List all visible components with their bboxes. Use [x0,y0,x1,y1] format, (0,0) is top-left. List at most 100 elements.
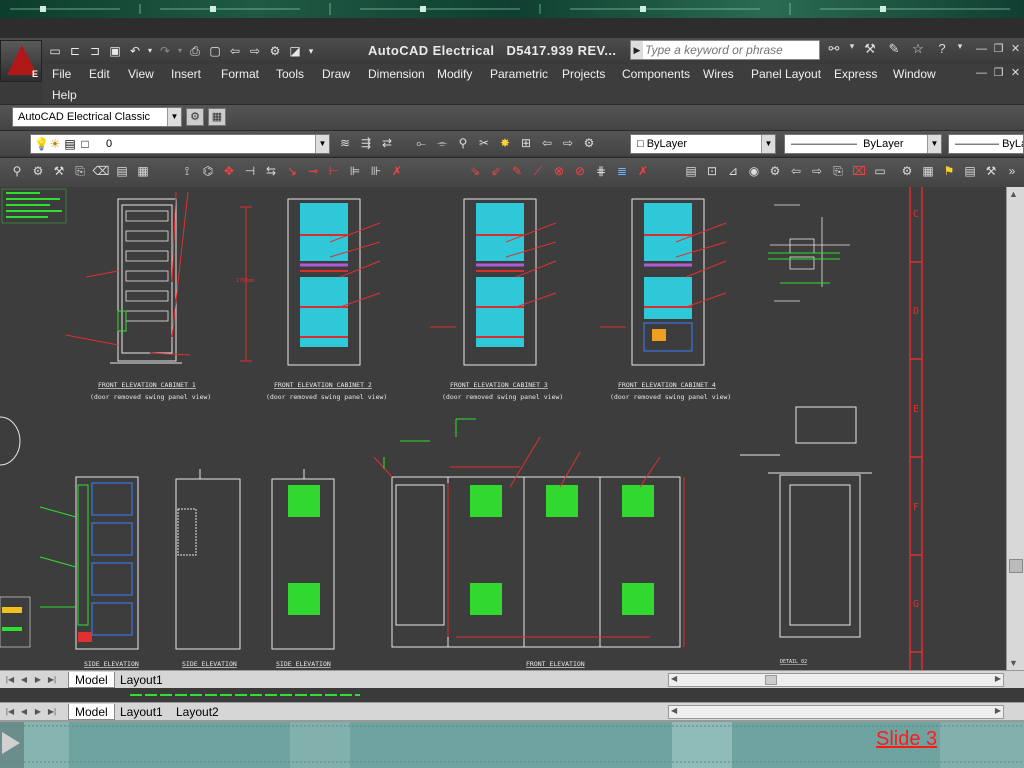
menu-parametric[interactable]: Parametric [490,67,548,81]
project-icon[interactable]: ⚑ [940,162,958,180]
color-select[interactable]: □ ByLayer ▼ [630,134,776,154]
delete-wire-icon[interactable]: ✗ [634,162,652,180]
menu-components[interactable]: Components [622,67,690,81]
settings-icon[interactable]: ⚙ [898,162,916,180]
component-icon[interactable]: ⚙ [29,162,47,180]
menu-help[interactable]: Help [52,88,77,102]
doc-restore-icon[interactable]: ❐ [991,66,1006,80]
terminal-icon[interactable]: ⊞ [517,134,535,152]
hydraulic-icon[interactable]: ⌬ [199,162,217,180]
search-input[interactable] [645,42,817,58]
next-tab-lower-icon[interactable]: ▶ [32,705,44,718]
trim-wire-icon[interactable]: ⊸ [304,162,322,180]
edit-component-icon[interactable]: ⚒ [50,162,68,180]
toolbar-more-icon[interactable]: » [1003,162,1021,180]
help-dropdown-icon[interactable]: ▾ [956,41,964,57]
help-icon[interactable]: ? [932,41,952,57]
menu-insert[interactable]: Insert [171,67,201,81]
undo-dropdown-icon[interactable]: ▾ [146,43,154,59]
horizontal-scrollbar[interactable]: ◀ ▶ [668,673,1004,687]
doc-minimize-icon[interactable]: — [974,66,989,80]
arrow-left-icon[interactable]: ⇦ [538,134,556,152]
utilities-icon[interactable]: ⚒ [982,162,1000,180]
balloon-icon[interactable]: ◉ [745,162,763,180]
minimize-icon[interactable]: — [974,42,989,56]
first-tab-icon[interactable]: |◀ [4,673,16,686]
next-tab-icon[interactable]: ▶ [32,673,44,686]
linetype-dropdown-icon[interactable]: ▼ [927,135,941,153]
drawing-list-icon[interactable]: ▤ [961,162,979,180]
dock-icon[interactable]: ⚙ [766,162,784,180]
insert-wire-icon[interactable]: ↘ [283,162,301,180]
qat-dropdown-icon[interactable]: ▾ [306,43,316,59]
open-icon[interactable]: ⊏ [66,43,84,59]
menu-format[interactable]: Format [221,67,259,81]
in-line-marker-icon[interactable]: ⊗ [550,162,568,180]
scroll-up-icon[interactable]: ▲ [1009,189,1018,199]
redo-dropdown-icon[interactable]: ▾ [176,43,184,59]
wire-number-icon[interactable]: ⊫ [346,162,364,180]
table-icon[interactable]: ▦ [919,162,937,180]
restore-icon[interactable]: ❐ [991,42,1006,56]
command-line[interactable] [0,689,1024,703]
undo-icon[interactable]: ↶ [126,43,144,59]
redo-icon[interactable]: ↷ [156,43,174,59]
workspace-settings-icon[interactable]: ⚙ [186,108,204,126]
horizontal-scrollbar-lower[interactable]: ◀ ▶ [668,705,1004,719]
communication-icon[interactable]: ✎ [884,41,904,57]
menu-express[interactable]: Express [834,67,877,81]
slide-link[interactable]: Slide 3 [876,728,937,751]
customize-icon[interactable]: ▦ [208,108,226,126]
report-icon[interactable]: ▤ [113,162,131,180]
lock-icon[interactable]: ▤ [64,135,76,153]
cable-marker-icon[interactable]: ⊘ [571,162,589,180]
horizontal-scroll-thumb[interactable] [765,675,777,685]
menu-modify[interactable]: Modify [437,67,472,81]
binoculars-icon[interactable]: ⚯ [824,41,844,57]
close-panel-icon[interactable]: ▭ [871,162,889,180]
menu-draw[interactable]: Draw [322,67,350,81]
lineweight-select[interactable]: ———— ByLayer [948,134,1024,154]
pan-right-icon[interactable]: ⇨ [808,162,826,180]
workspace-icon[interactable]: ◪ [286,43,304,59]
scoot-icon[interactable]: ⚲ [454,134,472,152]
prev-tab-lower-icon[interactable]: ◀ [18,705,30,718]
reverse-icon[interactable]: ⇆ [262,162,280,180]
search-expand-icon[interactable]: ▶ [631,41,643,59]
menu-tools[interactable]: Tools [276,67,304,81]
layer-dropdown-icon[interactable]: ▼ [315,135,329,153]
wire-leader-icon[interactable]: ⟋ [529,162,547,180]
catalog-icon[interactable]: ▦ [134,162,152,180]
menu-wires[interactable]: Wires [703,67,734,81]
wire-icon[interactable]: ⟜ [412,134,430,152]
lightbulb-icon[interactable]: 💡 [34,135,49,153]
make-current-icon[interactable]: ⇶ [357,134,375,152]
menu-edit[interactable]: Edit [89,67,110,81]
align-icon[interactable]: ⊣ [241,162,259,180]
spark-icon[interactable]: ✸ [496,134,514,152]
workspace-select[interactable]: AutoCAD Electrical Classic ▼ [12,107,182,127]
subscription-icon[interactable]: ⚒ [860,41,880,57]
copy-icon[interactable]: ⎘ [829,162,847,180]
footprint-icon[interactable]: ⊡ [703,162,721,180]
vertical-scrollbar[interactable]: ▲ ▼ [1006,187,1024,670]
dest-arrow-icon[interactable]: ⇙ [487,162,505,180]
menu-projects[interactable]: Projects [562,67,605,81]
source-arrow-icon[interactable]: ⇘ [466,162,484,180]
new-icon[interactable]: ▭ [46,43,64,59]
gap-icon[interactable]: ✗ [388,162,406,180]
wire-type-icon[interactable]: ⊪ [367,162,385,180]
folder-icon[interactable]: ▢ [206,43,224,59]
tab-model-lower[interactable]: Model [68,704,115,720]
doc-close-icon[interactable]: ✕ [1008,66,1023,80]
menu-file[interactable]: File [52,67,71,81]
multi-wire-icon[interactable]: ⋕ [592,162,610,180]
prev-tab-icon[interactable]: ◀ [18,673,30,686]
ladder-icon[interactable]: ⌯ [433,134,451,152]
stretch-wire-icon[interactable]: ⊢ [325,162,343,180]
favorites-icon[interactable]: ☆ [908,41,928,57]
last-tab-lower-icon[interactable]: ▶| [46,705,58,718]
pan-left-icon[interactable]: ⇦ [787,162,805,180]
menu-panel-layout[interactable]: Panel Layout [751,67,821,81]
delete-component-icon[interactable]: ⌫ [92,162,110,180]
